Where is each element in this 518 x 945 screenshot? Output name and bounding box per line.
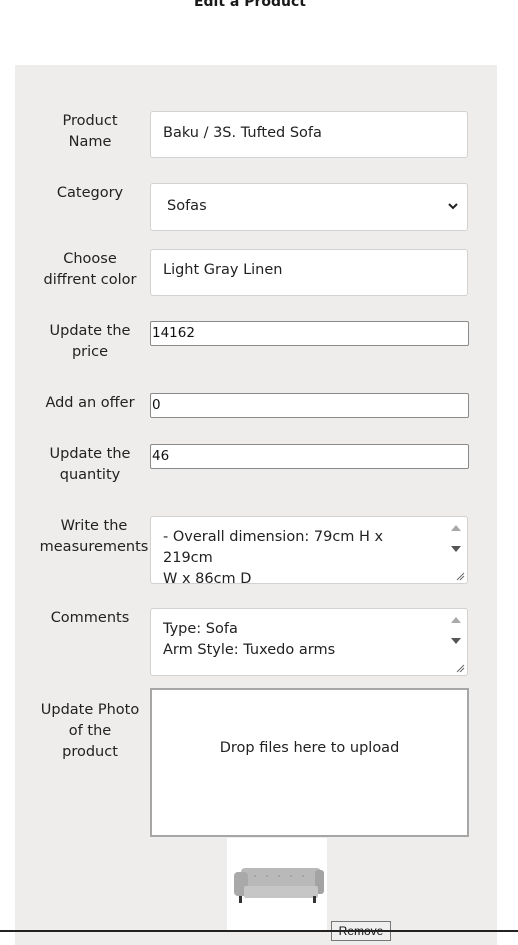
product-name-input[interactable]: Baku / 3S. Tufted Sofa xyxy=(150,111,468,158)
comments-line: Arm Style: Tuxedo arms xyxy=(163,642,336,658)
color-value: Light Gray Linen xyxy=(163,262,283,278)
color-label: Choose diffrent color xyxy=(43,251,137,288)
resize-grip-icon[interactable] xyxy=(455,663,465,673)
category-select[interactable]: Sofas xyxy=(150,183,468,231)
product-thumbnail xyxy=(227,838,327,932)
comments-textarea[interactable]: Type: Sofa Arm Style: Tuxedo arms xyxy=(150,608,468,676)
price-label: Update the price xyxy=(49,323,131,360)
product-name-label: Product Name xyxy=(62,113,118,150)
measurements-label: Write the measurements xyxy=(39,518,149,555)
product-name-value: Baku / 3S. Tufted Sofa xyxy=(163,125,322,141)
photo-label: Update Photo of the product xyxy=(40,702,140,760)
scroll-down-icon[interactable] xyxy=(451,546,461,552)
scroll-up-icon[interactable] xyxy=(451,525,461,531)
offer-label: Add an offer xyxy=(45,395,135,411)
quantity-input[interactable]: 46 xyxy=(150,444,469,469)
measurements-textarea[interactable]: - Overall dimension: 79cm H x 219cm W x … xyxy=(150,516,468,587)
resize-grip-icon[interactable] xyxy=(455,571,465,581)
category-value: Sofas xyxy=(167,198,207,214)
comments-line: Type: Sofa xyxy=(163,621,238,637)
quantity-label: Update the quantity xyxy=(49,446,131,483)
sofa-image xyxy=(234,868,324,903)
measurements-line: - Overall dimension: 79cm H x 219cm xyxy=(163,529,384,566)
color-input[interactable]: Light Gray Linen xyxy=(150,249,468,296)
offer-input[interactable]: 0 xyxy=(150,393,469,418)
scroll-up-icon[interactable] xyxy=(451,617,461,623)
comments-label: Comments xyxy=(50,610,130,626)
category-label: Category xyxy=(56,185,124,201)
photo-dropzone[interactable]: Drop files here to upload xyxy=(150,688,469,837)
scroll-down-icon[interactable] xyxy=(451,638,461,644)
price-input[interactable]: 14162 xyxy=(150,321,469,346)
chevron-down-icon xyxy=(448,203,458,210)
page-title: Edit a Product xyxy=(193,0,307,10)
dropzone-text: Drop files here to upload xyxy=(219,740,400,756)
measurements-line: W x 86cm D xyxy=(163,571,252,587)
